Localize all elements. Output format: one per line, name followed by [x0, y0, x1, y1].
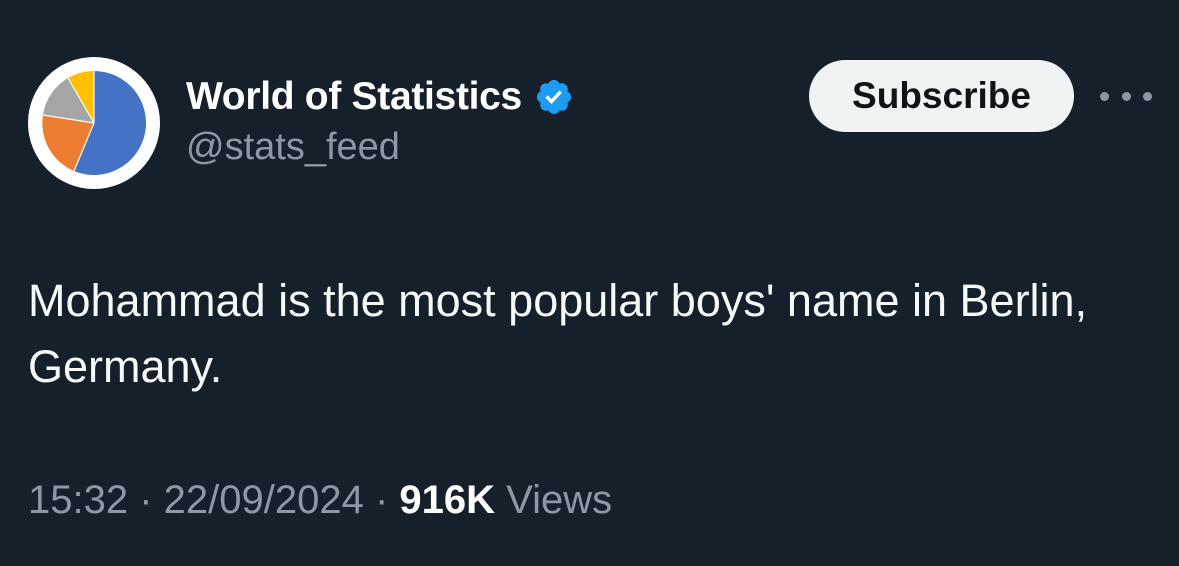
author-handle[interactable]: @stats_feed	[186, 126, 400, 169]
meta-separator: ·	[128, 478, 164, 522]
pie-chart-logo-icon	[38, 67, 150, 179]
tweet-card: World of Statistics @stats_feed Subscrib…	[0, 0, 1179, 566]
views-label: Views	[506, 478, 613, 522]
author-name-row[interactable]: World of Statistics	[186, 72, 574, 122]
tweet-date[interactable]: 22/09/2024	[164, 478, 364, 522]
subscribe-button[interactable]: Subscribe	[809, 60, 1074, 132]
tweet-meta: 15:32 · 22/09/2024 · 916K Views	[28, 478, 612, 523]
views-count[interactable]: 916K	[399, 478, 495, 522]
tweet-time[interactable]: 15:32	[28, 478, 128, 522]
tweet-text: Mohammad is the most popular boys' name …	[28, 275, 1088, 392]
more-dot	[1143, 91, 1152, 101]
more-dot	[1121, 91, 1131, 101]
avatar[interactable]	[28, 57, 160, 189]
verified-badge-icon	[536, 79, 572, 115]
meta-separator: ·	[363, 478, 400, 522]
more-icon[interactable]	[1100, 82, 1152, 110]
author-display-name[interactable]: World of Statistics	[186, 75, 522, 119]
more-dot	[1100, 91, 1109, 101]
